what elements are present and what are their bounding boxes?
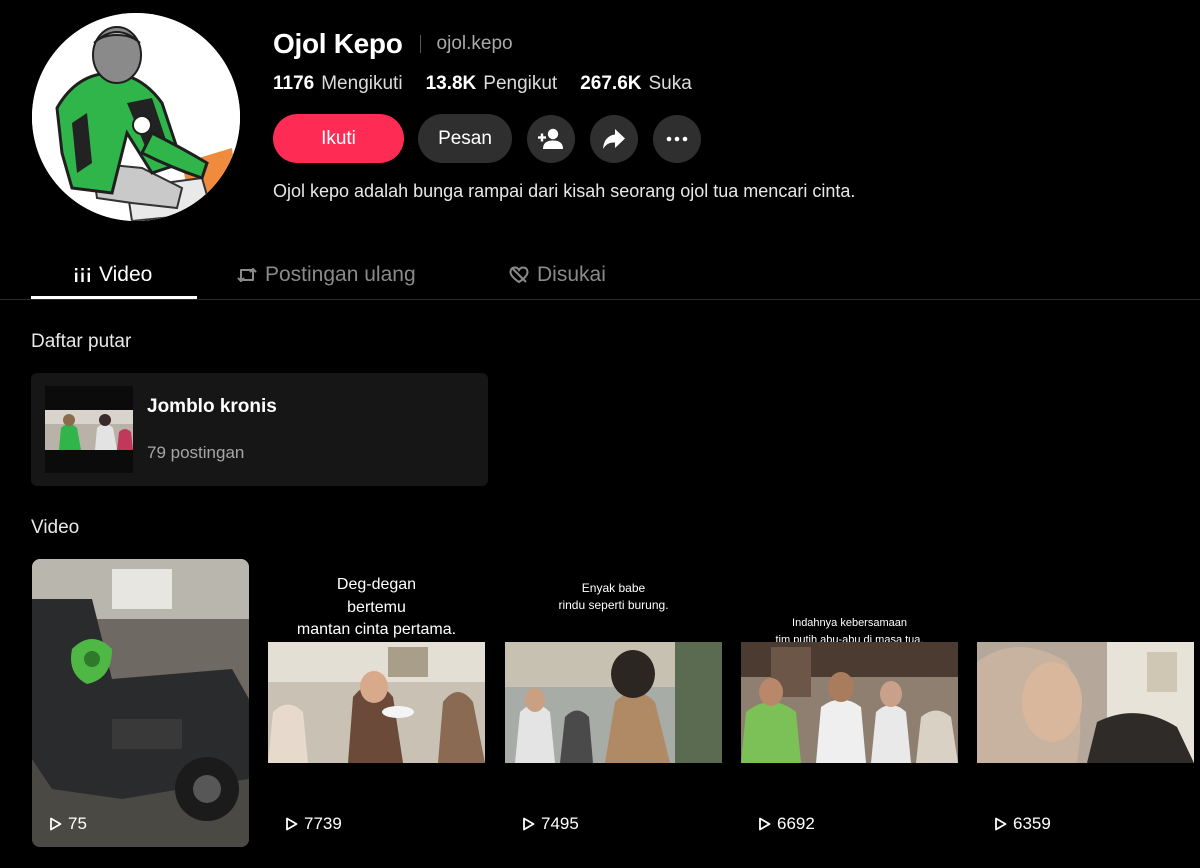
name-divider: [419, 35, 421, 53]
username: ojol.kepo: [436, 33, 513, 54]
active-tab-indicator: [31, 296, 197, 299]
caption-line: mantan cinta pertama.: [296, 621, 457, 638]
heart-hidden-icon: [509, 265, 529, 284]
more-options-button[interactable]: [653, 114, 701, 163]
tab-label: Disukai: [537, 262, 606, 286]
stat-label: Mengikuti: [321, 73, 403, 94]
play-icon: [286, 817, 298, 831]
play-icon: [995, 817, 1007, 831]
view-count: 7739: [285, 814, 342, 834]
view-count-value: 6692: [777, 814, 815, 833]
caption-line: rindu seperti burung.: [558, 598, 669, 612]
display-name: Ojol Kepo: [273, 28, 403, 59]
playlist-card[interactable]: Jomblo kronis 79 postingan: [31, 373, 488, 486]
view-count: 6359: [994, 814, 1051, 834]
play-icon: [759, 817, 771, 831]
caption-line: Indahnya kebersamaan: [792, 617, 907, 629]
more-icon: [666, 136, 688, 141]
tab-reposts[interactable]: Postingan ulang: [237, 250, 416, 299]
profile-stats: 1176 Mengikuti 13.8K Pengikut 267.6K Suk…: [273, 73, 715, 95]
tab-video[interactable]: Video: [74, 250, 152, 299]
view-count: 7495: [522, 814, 579, 834]
video-section-title: Video: [31, 517, 80, 538]
add-friend-icon: [538, 128, 563, 149]
view-count-value: 7495: [541, 814, 579, 833]
play-icon: [50, 817, 62, 831]
caption-line: Enyak babe: [581, 581, 646, 595]
profile-avatar[interactable]: [32, 13, 240, 221]
video-still: [268, 642, 485, 763]
video-still: [741, 642, 958, 763]
video-thumbnail-3[interactable]: Enyak babe rindu seperti burung. 7495: [505, 559, 722, 847]
playlist-section-title: Daftar putar: [31, 331, 132, 352]
stat-value: 267.6K: [580, 73, 642, 94]
profile-tabs: Video Postingan ulang Disukai: [0, 250, 1200, 300]
stat-value: 13.8K: [425, 73, 477, 94]
view-count-value: 6359: [1013, 814, 1051, 833]
play-icon: [523, 817, 535, 831]
video-caption: Deg-degan bertemu mantan cinta pertama.: [268, 574, 485, 642]
profile-bio: Ojol kepo adalah bunga rampai dari kisah…: [273, 181, 856, 201]
follow-button[interactable]: Ikuti: [273, 114, 404, 163]
video-still: [505, 642, 722, 763]
caption-line: Deg-degan: [336, 576, 417, 593]
stat-label: Pengikut: [483, 73, 558, 94]
tab-liked[interactable]: Disukai: [509, 250, 606, 299]
repost-icon: [237, 266, 257, 284]
grid-icon: [74, 267, 91, 283]
video-still: [977, 642, 1194, 763]
video-thumbnail-2[interactable]: Deg-degan bertemu mantan cinta pertama. …: [268, 559, 485, 847]
message-button[interactable]: Pesan: [418, 114, 512, 163]
stat-followers[interactable]: 13.8K Pengikut: [426, 73, 558, 95]
stat-likes: 267.6K Suka: [580, 73, 692, 95]
video-thumbnail-1[interactable]: 75: [32, 559, 249, 847]
avatar-illustration: [32, 13, 240, 221]
share-icon: [603, 128, 625, 149]
stat-following[interactable]: 1176 Mengikuti: [273, 73, 403, 95]
add-friend-button[interactable]: [527, 114, 575, 163]
share-button[interactable]: [590, 114, 638, 163]
view-count: 75: [49, 814, 87, 834]
playlist-thumbnail: [45, 386, 133, 473]
profile-actions: Ikuti Pesan: [273, 114, 716, 163]
stat-label: Suka: [648, 73, 692, 94]
tab-label: Video: [99, 262, 153, 286]
tab-label: Postingan ulang: [265, 262, 416, 286]
video-thumbnail-5[interactable]: 6359: [977, 559, 1194, 847]
playlist-post-count: 79 postingan: [147, 443, 245, 462]
video-still: [32, 559, 249, 847]
playlist-name: Jomblo kronis: [147, 396, 277, 417]
view-count: 6692: [758, 814, 815, 834]
stat-value: 1176: [273, 73, 315, 94]
caption-line: bertemu: [347, 598, 406, 616]
view-count-value: 75: [68, 814, 87, 833]
profile-name-row: Ojol Kepo ojol.kepo: [273, 28, 513, 60]
video-thumbnail-4[interactable]: Indahnya kebersamaan tim putih abu-abu d…: [741, 559, 958, 847]
video-caption: Enyak babe rindu seperti burung.: [505, 580, 722, 614]
view-count-value: 7739: [304, 814, 342, 833]
